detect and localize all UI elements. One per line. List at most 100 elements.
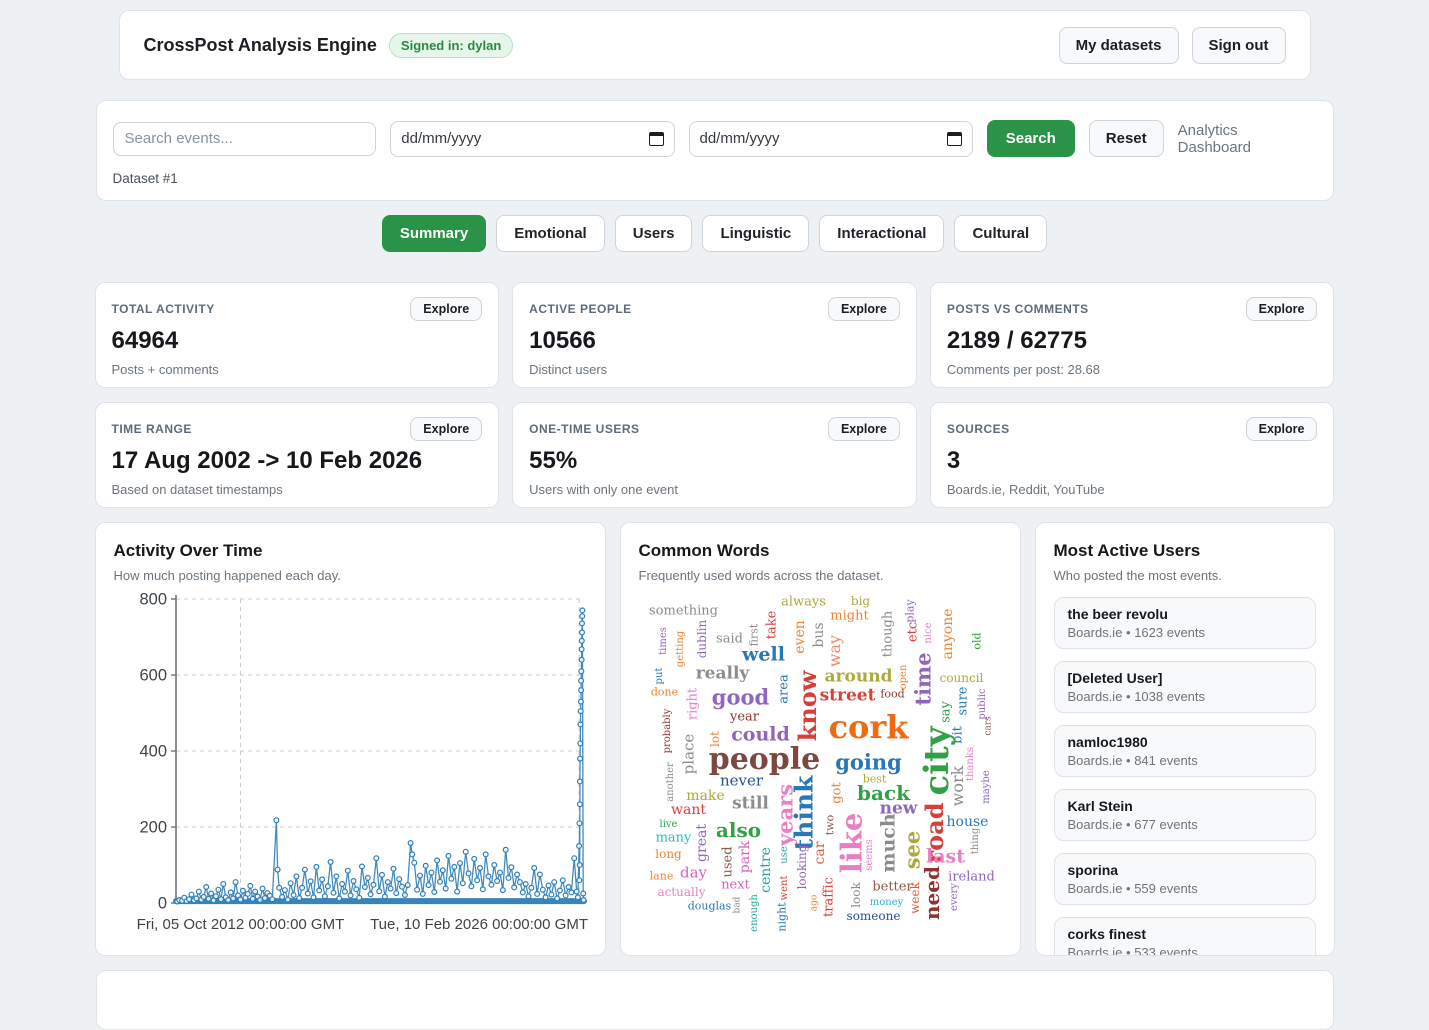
user-name: Karl Stein bbox=[1068, 798, 1302, 814]
cloud-word: well bbox=[742, 646, 785, 665]
cloud-word: centre bbox=[759, 847, 773, 893]
svg-text:400: 400 bbox=[139, 743, 167, 761]
tab-users[interactable]: Users bbox=[615, 215, 693, 252]
cloud-word: seems bbox=[865, 839, 875, 871]
user-item: the beer revoluBoards.ie • 1623 events bbox=[1054, 597, 1316, 649]
calendar-icon[interactable] bbox=[947, 132, 962, 146]
cloud-word: used bbox=[721, 846, 734, 877]
stat-card-time-range: TIME RANGEExplore17 Aug 2002 -> 10 Feb 2… bbox=[95, 402, 500, 508]
active-users-title: Most Active Users bbox=[1054, 541, 1316, 561]
user-item: sporinaBoards.ie • 559 events bbox=[1054, 853, 1316, 905]
cloud-word: maybe bbox=[982, 770, 992, 803]
cloud-word: someone bbox=[847, 910, 901, 922]
date-from-input[interactable]: dd/mm/yyyy bbox=[390, 121, 674, 157]
tab-summary[interactable]: Summary bbox=[382, 215, 486, 252]
word-cloud: somethingalwaysbigmightplayetcthoughanyo… bbox=[639, 589, 1005, 931]
cloud-word: many bbox=[656, 832, 692, 845]
cloud-word: know bbox=[796, 671, 820, 742]
cloud-word: put bbox=[655, 668, 665, 685]
stat-value: 17 Aug 2002 -> 10 Feb 2026 bbox=[112, 447, 483, 475]
tab-interactional[interactable]: Interactional bbox=[819, 215, 944, 252]
cloud-word: two bbox=[824, 815, 835, 835]
common-words-subtitle: Frequently used words across the dataset… bbox=[639, 568, 1002, 583]
cloud-word: much bbox=[879, 813, 898, 872]
user-name: sporina bbox=[1068, 862, 1302, 878]
app-header-left: CrossPost Analysis Engine Signed in: dyl… bbox=[144, 33, 514, 58]
user-meta: Boards.ie • 533 events bbox=[1068, 945, 1302, 956]
common-words-title: Common Words bbox=[639, 541, 1002, 561]
explore-button[interactable]: Explore bbox=[828, 417, 900, 441]
cloud-word: never bbox=[720, 774, 763, 789]
svg-text:Fri, 05 Oct 2012 00:00:00 GMT: Fri, 05 Oct 2012 00:00:00 GMT bbox=[136, 916, 344, 933]
tab-linguistic[interactable]: Linguistic bbox=[702, 215, 809, 252]
stat-title: POSTS VS COMMENTS bbox=[947, 297, 1089, 316]
cloud-word: car bbox=[813, 842, 827, 865]
tab-emotional[interactable]: Emotional bbox=[496, 215, 605, 252]
cloud-word: enough bbox=[750, 894, 760, 932]
explore-button[interactable]: Explore bbox=[1246, 417, 1318, 441]
cloud-word: think bbox=[791, 776, 816, 851]
explore-button[interactable]: Explore bbox=[828, 297, 900, 321]
user-name: namloc1980 bbox=[1068, 734, 1302, 750]
dataset-label: Dataset #1 bbox=[113, 171, 1317, 186]
explore-button[interactable]: Explore bbox=[410, 297, 482, 321]
cloud-word: good bbox=[712, 687, 769, 708]
cloud-word: old bbox=[971, 632, 982, 649]
svg-text:0: 0 bbox=[157, 895, 166, 913]
search-button[interactable]: Search bbox=[987, 120, 1075, 157]
cloud-word: bad bbox=[733, 897, 742, 914]
stat-value: 2189 / 62775 bbox=[947, 327, 1318, 355]
stat-subtitle: Posts + comments bbox=[112, 362, 483, 377]
cloud-word: open bbox=[899, 665, 909, 690]
cloud-word: great bbox=[695, 824, 709, 862]
cloud-word: money bbox=[870, 898, 904, 908]
panels-row: Activity Over Time How much posting happ… bbox=[95, 522, 1335, 956]
cloud-word: went bbox=[780, 876, 790, 901]
user-name: corks finest bbox=[1068, 926, 1302, 942]
explore-button[interactable]: Explore bbox=[410, 417, 482, 441]
stat-value: 10566 bbox=[529, 327, 900, 355]
date-to-input[interactable]: dd/mm/yyyy bbox=[689, 121, 973, 157]
cloud-word: douglas bbox=[688, 901, 732, 912]
cloud-word: nice bbox=[924, 622, 934, 643]
user-list: the beer revoluBoards.ie • 1623 events [D… bbox=[1054, 597, 1316, 956]
cloud-word: take bbox=[765, 611, 778, 640]
cloud-word: dublin bbox=[696, 620, 708, 659]
stat-card-active-people: ACTIVE PEOPLEExplore10566Distinct users bbox=[512, 282, 917, 388]
cloud-word: say bbox=[939, 701, 952, 723]
calendar-icon[interactable] bbox=[649, 132, 664, 146]
sign-out-button[interactable]: Sign out bbox=[1192, 27, 1286, 64]
stat-card-total-activity: TOTAL ACTIVITYExplore64964Posts + commen… bbox=[95, 282, 500, 388]
cloud-word: day bbox=[680, 866, 707, 881]
cloud-word: place bbox=[681, 734, 696, 775]
cloud-word: area bbox=[777, 674, 790, 703]
cloud-word: sure bbox=[956, 687, 969, 716]
cloud-word: thanks bbox=[966, 747, 976, 781]
stat-value: 3 bbox=[947, 447, 1318, 475]
stat-title: TOTAL ACTIVITY bbox=[112, 297, 215, 316]
cloud-word: times bbox=[659, 627, 669, 655]
cloud-word: another bbox=[666, 762, 676, 802]
cloud-word: looking bbox=[796, 845, 808, 890]
cloud-word: time bbox=[912, 652, 933, 705]
stat-subtitle: Based on dataset timestamps bbox=[112, 482, 483, 497]
my-datasets-button[interactable]: My datasets bbox=[1059, 27, 1179, 64]
user-meta: Boards.ie • 841 events bbox=[1068, 753, 1302, 768]
explore-button[interactable]: Explore bbox=[1246, 297, 1318, 321]
date-to-placeholder: dd/mm/yyyy bbox=[700, 130, 780, 147]
stat-card-posts-vs-comments: POSTS VS COMMENTSExplore2189 / 62775Comm… bbox=[930, 282, 1335, 388]
user-item: [Deleted User]Boards.ie • 1038 events bbox=[1054, 661, 1316, 713]
svg-text:200: 200 bbox=[139, 819, 167, 837]
search-input[interactable] bbox=[113, 122, 377, 156]
reset-button[interactable]: Reset bbox=[1089, 120, 1164, 157]
cloud-word: got bbox=[830, 782, 843, 803]
next-panel-partial bbox=[96, 970, 1334, 1030]
cloud-word: next bbox=[721, 879, 750, 892]
cloud-word: thing bbox=[971, 828, 981, 855]
stat-title: SOURCES bbox=[947, 417, 1010, 436]
cloud-word: cork bbox=[829, 711, 909, 743]
cloud-word: last bbox=[926, 848, 965, 867]
cloud-word: still bbox=[732, 796, 769, 813]
tab-cultural[interactable]: Cultural bbox=[954, 215, 1047, 252]
activity-subtitle: How much posting happened each day. bbox=[114, 568, 587, 583]
